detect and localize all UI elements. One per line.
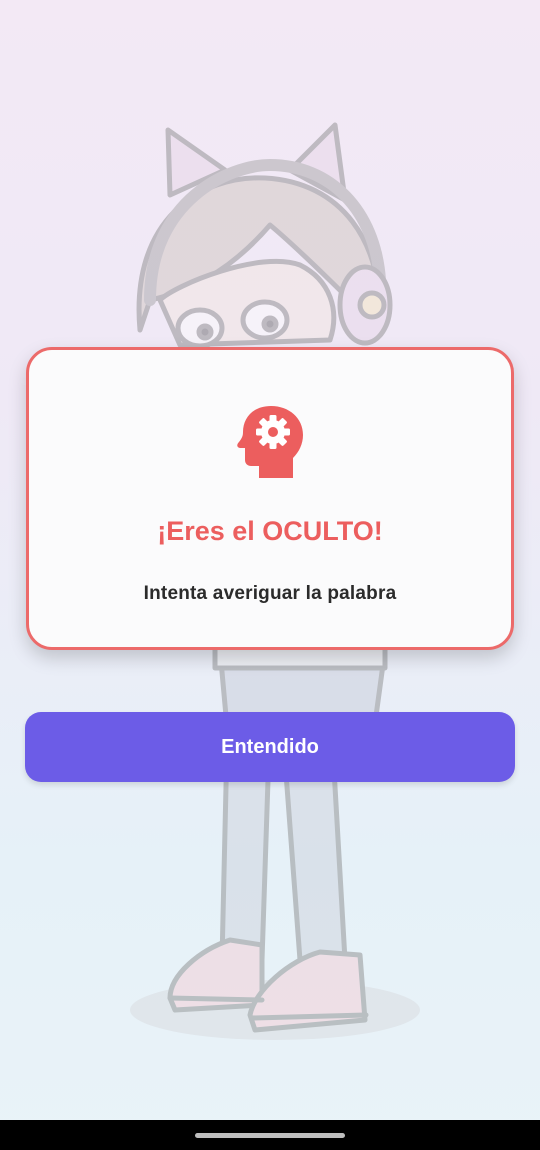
system-navigation-bar (0, 1120, 540, 1150)
role-dialog-card: ¡Eres el OCULTO! Intenta averiguar la pa… (26, 347, 514, 650)
screen: ¡Eres el OCULTO! Intenta averiguar la pa… (0, 0, 540, 1150)
dialog-title: ¡Eres el OCULTO! (157, 516, 383, 546)
home-gesture-handle[interactable] (195, 1133, 345, 1138)
head-gear-icon (235, 402, 307, 482)
dialog-message: Intenta averiguar la palabra (143, 583, 397, 604)
confirm-button[interactable]: Entendido (25, 712, 515, 782)
